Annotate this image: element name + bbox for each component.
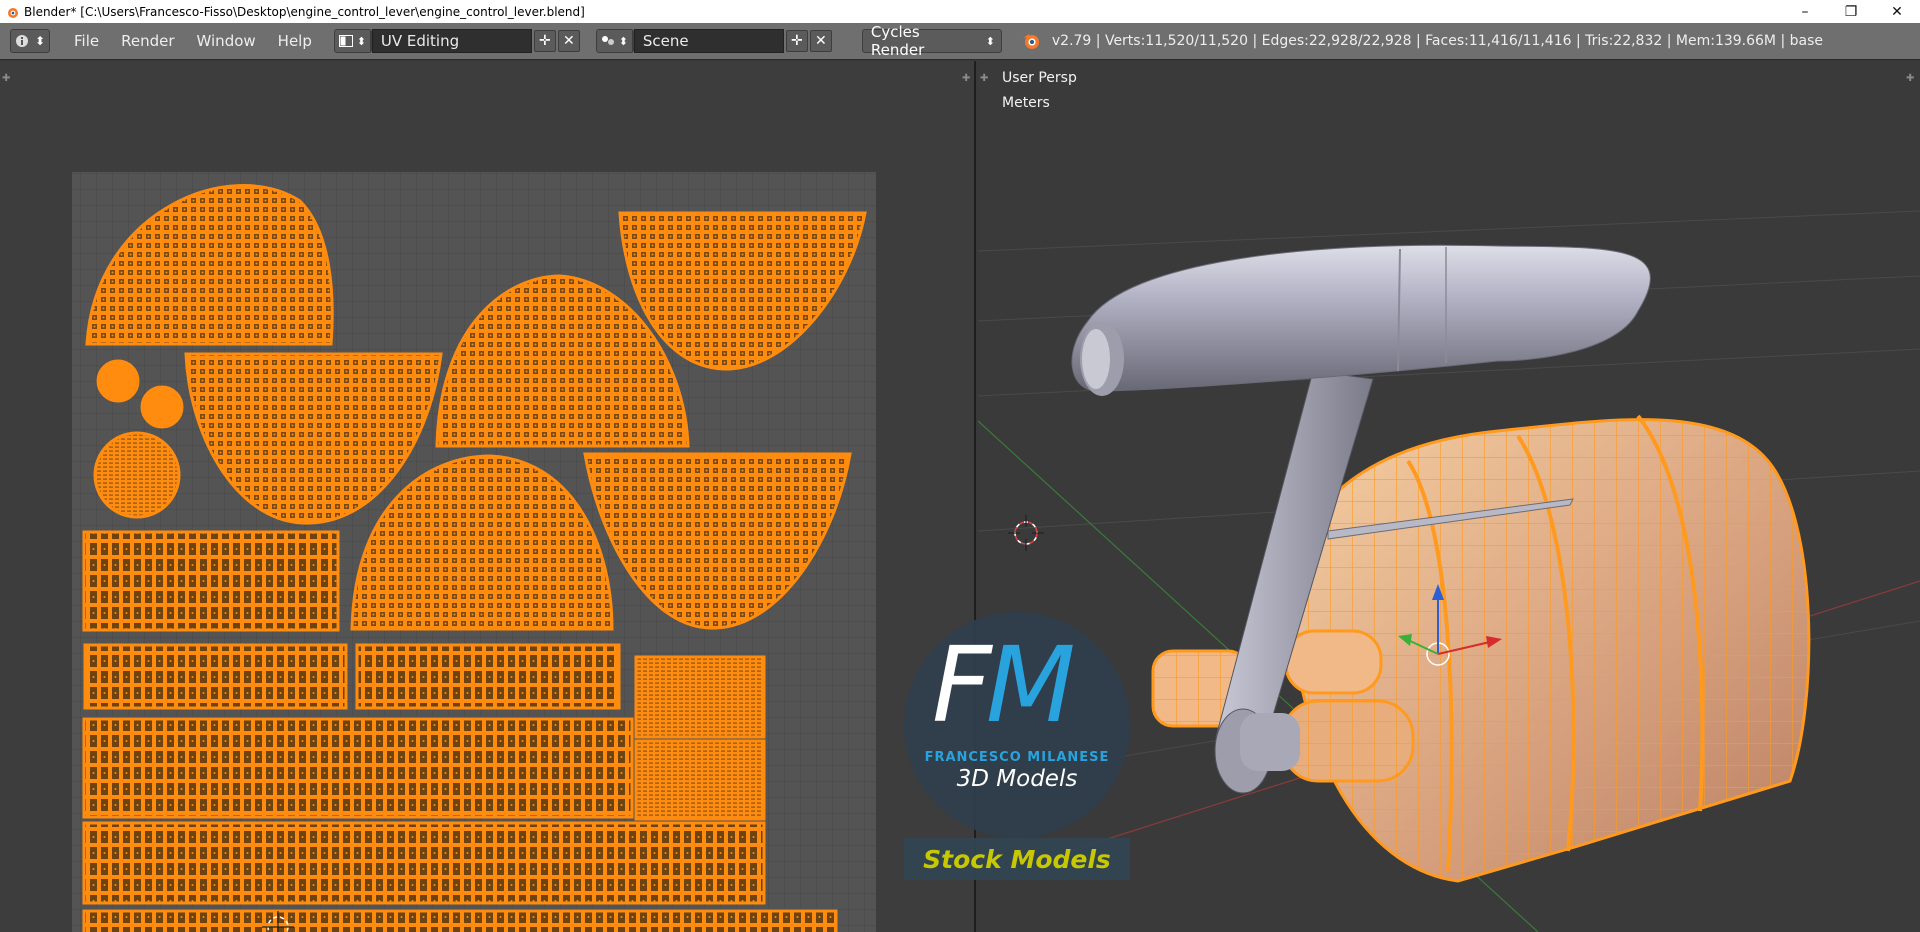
menu-file[interactable]: File — [74, 32, 99, 50]
scene-stats: v2.79 | Verts:11,520/11,520 | Edges:22,9… — [1020, 30, 1823, 52]
uv-image-editor[interactable]: ✚ ✚ — [0, 61, 976, 932]
screen-layout-field[interactable]: UV Editing — [371, 29, 532, 53]
updown-arrow-icon: ⬍ — [985, 34, 995, 48]
units-label: Meters — [1002, 95, 1050, 111]
screen-layout-selector[interactable]: ⬍ — [333, 29, 372, 53]
plus-icon: ✛ — [539, 33, 551, 49]
close-icon: ✕ — [563, 33, 575, 49]
close-icon: ✕ — [815, 33, 827, 49]
screen-layout-icon[interactable]: ⬍ — [335, 30, 371, 52]
scene-field[interactable]: Scene — [633, 29, 784, 53]
updown-arrow-icon: ⬍ — [34, 34, 46, 48]
remove-scene-button[interactable]: ✕ — [809, 30, 832, 52]
editor-type-button[interactable]: ⬍ — [10, 29, 50, 53]
main-menu: File Render Window Help — [74, 32, 312, 50]
remove-screen-button[interactable]: ✕ — [557, 30, 580, 52]
logo-name: FRANCESCO MILANESE — [924, 750, 1110, 765]
region-expand-icon[interactable]: ✚ — [980, 73, 992, 85]
menu-window[interactable]: Window — [197, 32, 256, 50]
logo-banner: Stock Models — [923, 845, 1111, 874]
add-scene-button[interactable]: ✛ — [785, 30, 808, 52]
restore-button[interactable]: ❐ — [1828, 0, 1874, 23]
plus-icon: ✛ — [791, 33, 803, 49]
info-icon — [15, 35, 28, 47]
render-engine-dropdown[interactable]: Cycles Render ⬍ — [861, 23, 1002, 59]
menu-render[interactable]: Render — [121, 32, 174, 50]
info-header: ⬍ File Render Window Help ⬍ UV Editing ✛… — [0, 23, 1920, 60]
close-window-button[interactable]: ✕ — [1874, 0, 1920, 23]
add-screen-button[interactable]: ✛ — [533, 30, 556, 52]
minimize-button[interactable]: – — [1782, 0, 1828, 23]
region-expand-icon[interactable]: ✚ — [1906, 73, 1918, 85]
menu-help[interactable]: Help — [278, 32, 312, 50]
blender-logo-icon — [1022, 34, 1039, 49]
blender-app-icon — [8, 7, 18, 18]
window-titlebar: Blender* [C:\Users\Francesco-Fisso\Deskt… — [0, 0, 1920, 23]
watermark-logo: FM FRANCESCO MILANESE 3D Models Stock Mo… — [904, 610, 1130, 880]
render-engine-label: Cycles Render — [870, 23, 925, 59]
3d-cursor-icon[interactable] — [1008, 515, 1044, 551]
logo-letters: FM — [932, 624, 1076, 746]
scene-selector[interactable]: ⬍ — [595, 29, 634, 53]
uv-canvas[interactable] — [0, 61, 976, 932]
logo-subtitle: 3D Models — [956, 766, 1078, 792]
window-title: Blender* [C:\Users\Francesco-Fisso\Deskt… — [24, 4, 585, 19]
view-name-label: User Persp — [1002, 70, 1077, 86]
scene-icon[interactable]: ⬍ — [597, 30, 633, 52]
stats-text: v2.79 | Verts:11,520/11,520 | Edges:22,9… — [1051, 33, 1823, 49]
